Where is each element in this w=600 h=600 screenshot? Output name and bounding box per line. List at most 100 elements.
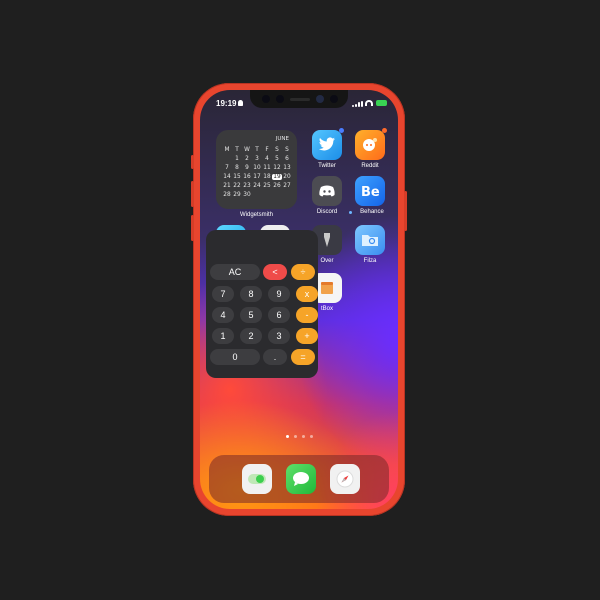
compass-icon <box>336 470 354 488</box>
calendar-day: 12 <box>273 165 281 171</box>
calendar-day: 5 <box>275 156 279 162</box>
volume-down-button <box>191 215 194 241</box>
calendar-widget[interactable]: JUNE M T W T F S S 1 2 3 4 5 6 7 8 9 10 11 12 13 14 15 16 17 18 1… <box>216 130 297 209</box>
calendar-month: JUNE <box>275 136 289 142</box>
messages-icon <box>293 472 309 486</box>
calendar-day: 7 <box>225 165 229 171</box>
page-dot <box>310 435 313 438</box>
mute-switch <box>191 155 194 169</box>
wifi-icon <box>365 100 373 106</box>
calendar-day: 24 <box>253 183 261 189</box>
discord-label: Discord <box>316 209 338 215</box>
calendar-day: 20 <box>283 174 291 180</box>
folder-icon <box>362 235 378 246</box>
calc-key[interactable]: AC <box>210 264 260 280</box>
weekday-label: W <box>244 147 250 153</box>
calc-key[interactable]: = <box>291 349 315 365</box>
phone-frame: 19:19 JUNE M T W T F S S 1 2 3 4 5 6 7 8 9 10 11 12 13 14 15 1… <box>191 83 407 516</box>
camera-icon <box>316 95 324 103</box>
calc-key[interactable]: 0 <box>210 349 260 365</box>
calendar-day <box>262 192 272 198</box>
calc-key[interactable]: 1 <box>212 328 234 344</box>
calc-key[interactable]: 5 <box>240 307 262 323</box>
calc-key[interactable]: x <box>296 286 318 302</box>
calendar-day: 30 <box>243 192 251 198</box>
calendar-day <box>222 156 232 162</box>
calendar-day: 22 <box>233 183 241 189</box>
calc-key[interactable]: < <box>263 264 287 280</box>
calendar-day: 4 <box>265 156 269 162</box>
reddit-app-icon[interactable] <box>355 130 385 160</box>
weekday-label: S <box>275 147 279 153</box>
sensor-dot <box>276 95 284 103</box>
volume-up-button <box>191 181 194 207</box>
calendar-day: 19 <box>272 174 282 180</box>
calendar-day: 27 <box>283 183 291 189</box>
sensor-dot <box>330 95 338 103</box>
page-indicator[interactable] <box>286 435 313 438</box>
calc-key[interactable]: 7 <box>212 286 234 302</box>
calc-key[interactable]: 2 <box>240 328 262 344</box>
calc-key[interactable]: 3 <box>268 328 290 344</box>
calendar-day: 28 <box>223 192 231 198</box>
calendar-day: 10 <box>253 165 261 171</box>
safari-app-icon[interactable] <box>330 464 360 494</box>
calendar-day: 17 <box>253 174 261 180</box>
page-dot <box>302 435 305 438</box>
calc-key[interactable]: - <box>296 307 318 323</box>
calendar-day <box>282 192 292 198</box>
calc-key[interactable]: . <box>263 349 287 365</box>
behance-label: Behance <box>360 209 384 215</box>
behance-icon: Be <box>361 185 380 198</box>
toggle-app-icon[interactable] <box>242 464 272 494</box>
weekday-label: M <box>224 147 230 153</box>
calc-key[interactable]: 9 <box>268 286 290 302</box>
reddit-icon <box>363 138 377 151</box>
calendar-day: 2 <box>245 156 249 162</box>
calendar-day: 25 <box>263 183 271 189</box>
power-button <box>404 191 407 231</box>
filza-app-icon[interactable] <box>355 225 385 255</box>
weekday-label: T <box>255 147 259 153</box>
calendar-day: 23 <box>243 183 251 189</box>
calendar-day: 14 <box>223 174 231 180</box>
calendar-day: 6 <box>285 156 289 162</box>
calendar-day: 9 <box>245 165 249 171</box>
calendar-day: 26 <box>273 183 281 189</box>
twitter-app-icon[interactable] <box>312 130 342 160</box>
signal-icon <box>352 101 363 107</box>
calendar-day <box>272 192 282 198</box>
bird-icon <box>318 137 335 151</box>
calendar-day: 18 <box>263 174 271 180</box>
update-badge <box>339 128 344 133</box>
battery-icon <box>376 100 387 106</box>
calendar-day: 8 <box>235 165 239 171</box>
calc-key[interactable]: ÷ <box>291 264 315 280</box>
page-dot <box>286 435 289 438</box>
calendar-day: 15 <box>233 174 241 180</box>
calc-key[interactable]: 4 <box>212 307 234 323</box>
calendar-day: 11 <box>263 165 271 171</box>
messages-app-icon[interactable] <box>286 464 316 494</box>
weekday-label: S <box>285 147 289 153</box>
dock <box>209 455 389 503</box>
calendar-day <box>252 192 262 198</box>
calendar-day: 3 <box>255 156 259 162</box>
calc-key[interactable]: + <box>296 328 318 344</box>
weekday-label: F <box>265 147 269 153</box>
svg-text:Be: Be <box>361 185 380 198</box>
page-dot <box>294 435 297 438</box>
over-icon <box>324 233 330 247</box>
gamepad-icon <box>319 185 335 197</box>
notch <box>250 90 348 108</box>
speaker-grille <box>290 98 310 101</box>
calculator-widget[interactable]: AC < ÷ 7 8 9 x 4 5 6- 1 2 3 +0. = <box>206 230 318 378</box>
behance-app-icon[interactable]: Be <box>355 176 385 206</box>
calc-key[interactable]: 8 <box>240 286 262 302</box>
discord-app-icon[interactable] <box>312 176 342 206</box>
twitter-label: Twitter <box>318 163 336 169</box>
weekday-label: T <box>235 147 239 153</box>
status-time: 19:19 <box>216 99 237 108</box>
calendar-day: 13 <box>283 165 291 171</box>
calc-key[interactable]: 6 <box>268 307 290 323</box>
